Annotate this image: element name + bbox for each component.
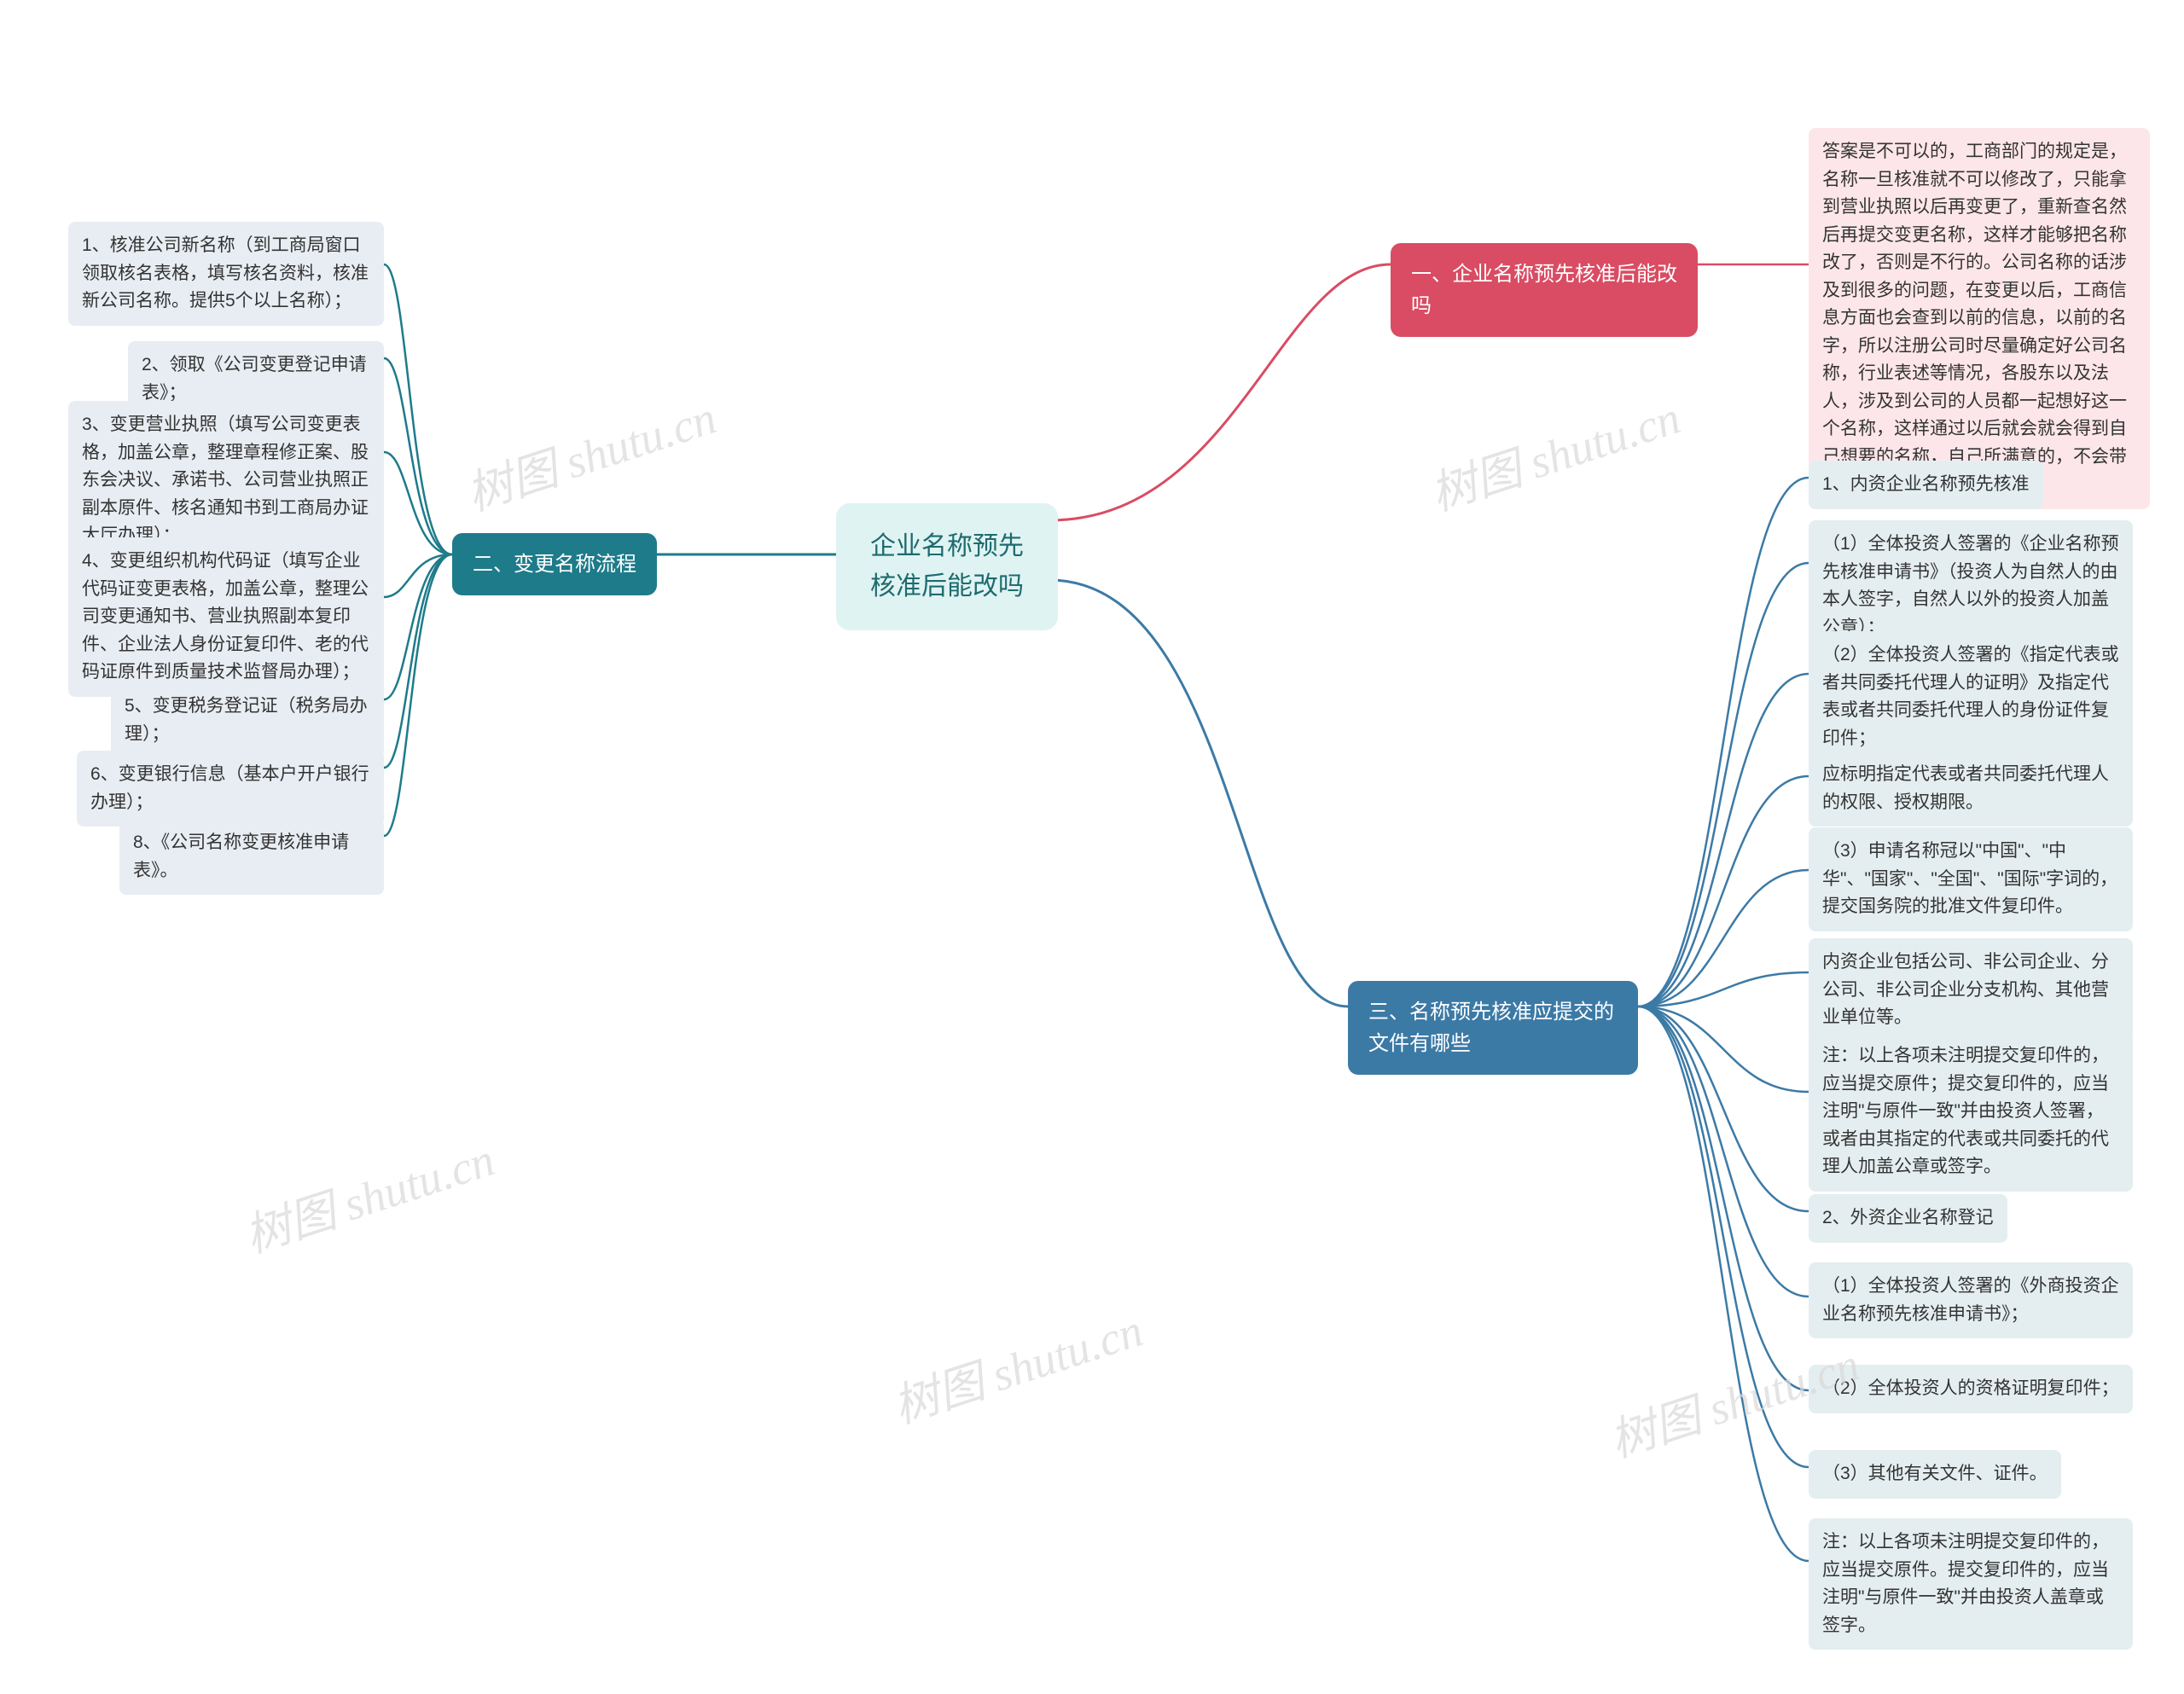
branch-2-item-3[interactable]: 4、变更组织机构代码证（填写企业代码证变更表格，加盖公章，整理公司变更通知书、营… — [68, 537, 384, 697]
branch-3-item-4[interactable]: （3）申请名称冠以"中国"、"中华"、"国家"、"全国"、"国际"字词的，提交国… — [1809, 827, 2133, 931]
branch-3-item-7[interactable]: 2、外资企业名称登记 — [1809, 1194, 2007, 1243]
root-node[interactable]: 企业名称预先核准后能改吗 — [836, 503, 1058, 630]
watermark: 树图 shutu.cn — [235, 1122, 502, 1266]
mindmap-canvas: 企业名称预先核准后能改吗 一、企业名称预先核准后能改吗 答案是不可以的，工商部门… — [0, 0, 2184, 1694]
watermark: 树图 shutu.cn — [1420, 380, 1687, 524]
watermark: 树图 shutu.cn — [456, 380, 723, 524]
branch-2-item-4[interactable]: 5、变更税务登记证（税务局办理）； — [111, 682, 384, 758]
branch-3-item-5[interactable]: 内资企业包括公司、非公司企业、分公司、非公司企业分支机构、其他营业单位等。 — [1809, 938, 2133, 1042]
branch-2-item-2[interactable]: 3、变更营业执照（填写公司变更表格，加盖公章，整理章程修正案、股东会决议、承诺书… — [68, 401, 384, 560]
branch-3-item-10[interactable]: （3）其他有关文件、证件。 — [1809, 1450, 2061, 1499]
branch-1-content[interactable]: 答案是不可以的，工商部门的规定是，名称一旦核准就不可以修改了，只能拿到营业执照以… — [1809, 128, 2150, 509]
branch-2-item-0[interactable]: 1、核准公司新名称（到工商局窗口领取核名表格，填写核名资料，核准新公司名称。提供… — [68, 222, 384, 326]
branch-3-item-9[interactable]: （2）全体投资人的资格证明复印件； — [1809, 1365, 2133, 1413]
branch-3[interactable]: 三、名称预先核准应提交的文件有哪些 — [1348, 981, 1638, 1075]
branch-2-item-6[interactable]: 8、《公司名称变更核准申请表》。 — [119, 819, 384, 895]
branch-3-item-0[interactable]: 1、内资企业名称预先核准 — [1809, 461, 2043, 509]
branch-1[interactable]: 一、企业名称预先核准后能改吗 — [1391, 243, 1698, 337]
branch-2-item-5[interactable]: 6、变更银行信息（基本户开户银行办理）； — [77, 751, 384, 827]
watermark: 树图 shutu.cn — [883, 1292, 1150, 1436]
branch-3-item-8[interactable]: （1）全体投资人签署的《外商投资企业名称预先核准申请书》； — [1809, 1262, 2133, 1338]
branch-3-item-6[interactable]: 注：以上各项未注明提交复印件的，应当提交原件；提交复印件的，应当注明"与原件一致… — [1809, 1032, 2133, 1192]
branch-3-item-2[interactable]: （2）全体投资人签署的《指定代表或者共同委托代理人的证明》及指定代表或者共同委托… — [1809, 631, 2133, 763]
branch-3-item-3[interactable]: 应标明指定代表或者共同委托代理人的权限、授权期限。 — [1809, 751, 2133, 827]
branch-2[interactable]: 二、变更名称流程 — [452, 533, 657, 595]
branch-3-item-11[interactable]: 注：以上各项未注明提交复印件的，应当提交原件。提交复印件的，应当注明"与原件一致… — [1809, 1518, 2133, 1650]
